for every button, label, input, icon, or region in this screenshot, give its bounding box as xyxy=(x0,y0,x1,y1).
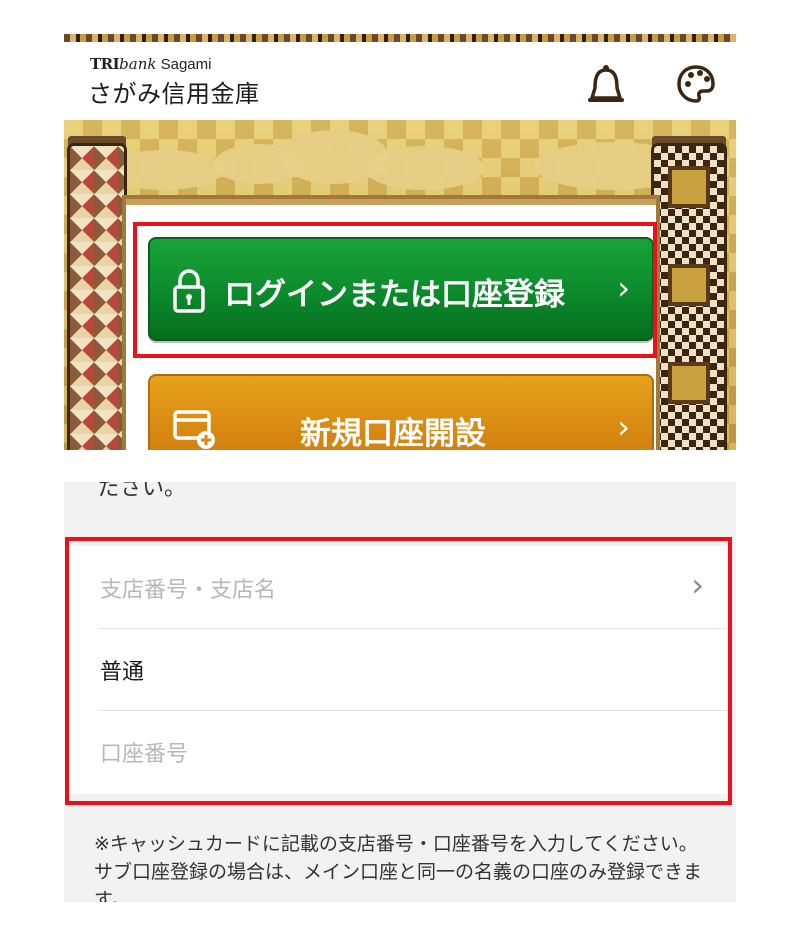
input-note: ※キャッシュカードに記載の支店番号・口座番号を入力してください。サブ口座登録の場… xyxy=(94,833,703,902)
cloud-decoration xyxy=(364,146,484,190)
app-header: TRIbank Sagami さがみ信用金庫 xyxy=(64,42,736,120)
cut-off-instruction-text: ださい。 xyxy=(98,482,187,501)
right-pillar-decoration xyxy=(654,146,724,450)
palette-icon[interactable] xyxy=(676,64,716,104)
brand-logo-text: TRIbank Sagami xyxy=(90,55,211,73)
brand-bank: bank xyxy=(119,55,157,73)
pillar-square xyxy=(668,166,710,208)
pillar-square xyxy=(668,264,710,306)
open-new-account-button[interactable]: 新規口座開設 › xyxy=(148,374,654,450)
pillar-square xyxy=(668,362,710,404)
open-account-button-label: 新規口座開設 xyxy=(300,416,486,450)
left-pillar-decoration xyxy=(70,146,124,450)
login-button-highlight xyxy=(133,222,657,358)
card-add-icon xyxy=(173,410,215,449)
chevron-right-icon: › xyxy=(617,408,630,446)
brand-tri: TRI xyxy=(90,55,120,73)
bank-name: さがみ信用金庫 xyxy=(88,80,260,108)
brand-sagami: Sagami xyxy=(156,56,212,73)
account-form-highlight xyxy=(65,537,732,805)
bell-icon[interactable] xyxy=(586,64,626,104)
status-bar-strip xyxy=(64,34,736,42)
